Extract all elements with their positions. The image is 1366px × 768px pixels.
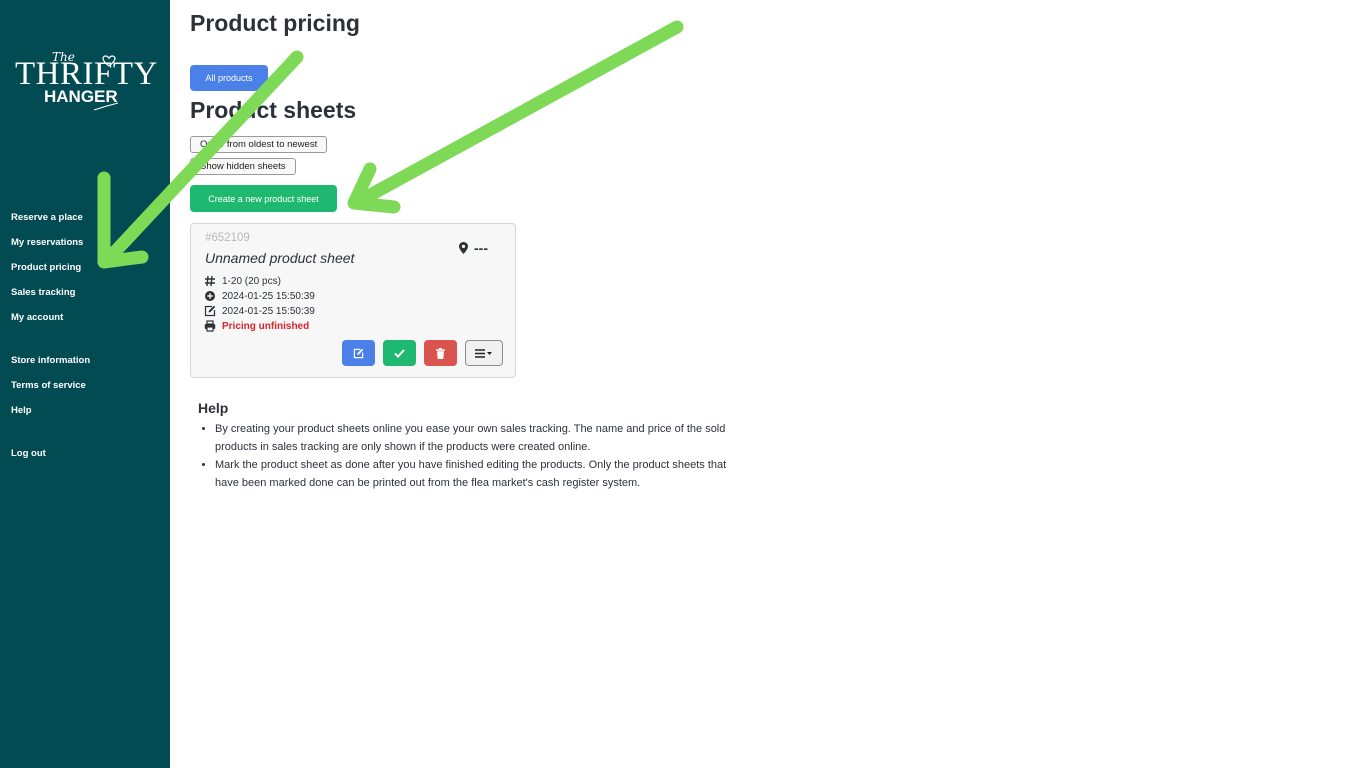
sheet-edited: 2024-01-25 15:50:39 [222,305,315,317]
hanger-hook-icon [93,102,119,111]
heart-icon [102,55,116,67]
sheet-name: Unnamed product sheet [205,250,355,266]
brand-logo[interactable]: The THRIFTY HANGER [12,48,160,114]
printer-icon [204,320,216,332]
page-title: Product pricing [190,10,360,36]
sidebar-item-help[interactable]: Help [11,405,32,416]
check-icon [394,348,405,358]
sheet-id: #652109 [205,232,250,244]
trash-icon [436,347,445,359]
product-sheets-title: Product sheets [190,97,357,123]
sidebar-item-store-information[interactable]: Store information [11,355,90,366]
edit-sheet-button[interactable] [342,340,375,366]
sheet-status-row: Pricing unfinished [204,320,309,332]
list-menu-icon [475,348,492,358]
sheet-options-menu-button[interactable] [465,340,503,366]
sheet-created-row: 2024-01-25 15:50:39 [204,290,315,302]
sidebar-item-my-account[interactable]: My account [11,312,63,323]
sheet-range: 1-20 (20 pcs) [222,275,281,287]
sheet-actions [342,340,503,366]
all-products-button[interactable]: All products [190,65,268,91]
sidebar-item-product-pricing[interactable]: Product pricing [11,262,81,273]
help-title: Help [198,400,229,416]
sidebar-item-reserve-a-place[interactable]: Reserve a place [11,212,83,223]
hash-icon [205,275,215,287]
sidebar-item-my-reservations[interactable]: My reservations [11,237,83,248]
sheet-status: Pricing unfinished [222,320,310,332]
delete-sheet-button[interactable] [424,340,457,366]
help-item: Mark the product sheet as done after you… [215,456,740,492]
show-hidden-sheets-button[interactable]: Show hidden sheets [190,158,296,175]
sheet-edited-row: 2024-01-25 15:50:39 [204,305,315,317]
map-marker-icon [459,242,468,254]
sidebar: The THRIFTY HANGER Reserve a place My re… [0,0,170,768]
edit-icon [204,305,216,317]
sheet-range-row: 1-20 (20 pcs) [204,275,281,287]
sidebar-item-terms-of-service[interactable]: Terms of service [11,380,86,391]
sheet-location: --- [459,240,488,256]
mark-done-button[interactable] [383,340,416,366]
edit-icon [353,348,364,358]
sheet-location-value: --- [474,240,488,256]
order-oldest-newest-button[interactable]: Order from oldest to newest [190,136,328,153]
sheet-created: 2024-01-25 15:50:39 [222,290,315,302]
sidebar-item-sales-tracking[interactable]: Sales tracking [11,287,75,298]
help-list: By creating your product sheets online y… [198,420,740,492]
help-item: By creating your product sheets online y… [215,420,740,456]
sidebar-item-log-out[interactable]: Log out [11,448,46,459]
plus-circle-icon [205,291,215,301]
create-product-sheet-button[interactable]: Create a new product sheet [190,185,337,212]
annotation-arrow-create-button [347,20,684,214]
product-sheet-card: #652109 Unnamed product sheet --- 1-20 (… [190,223,516,378]
